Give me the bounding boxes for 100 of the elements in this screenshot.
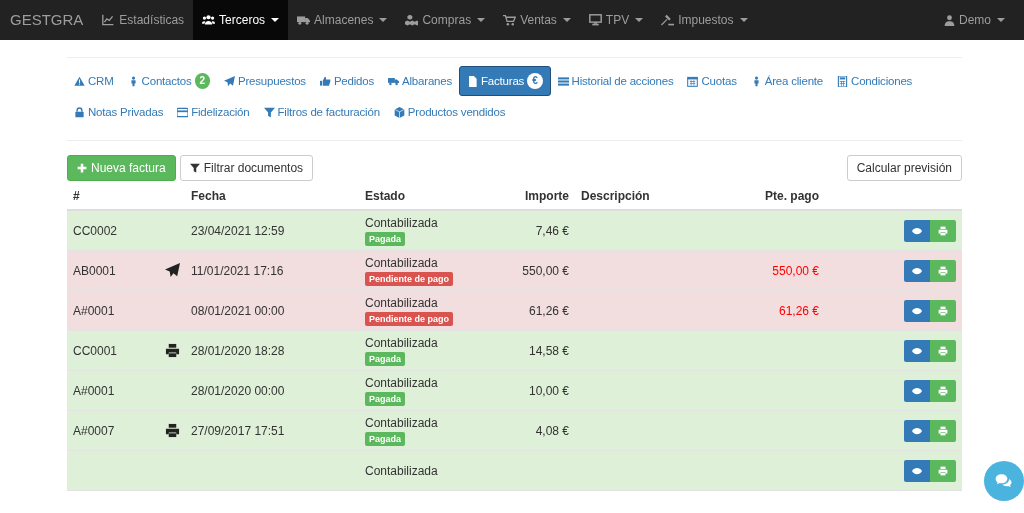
user-icon — [944, 14, 955, 26]
invoice-code: A#0001 — [72, 303, 116, 318]
eye-icon — [912, 225, 922, 236]
tab[interactable]: Presupuestos — [216, 66, 313, 96]
pending-amount: 61,26 € — [777, 303, 819, 318]
state-text: Contabilizada — [365, 375, 438, 390]
status-label: Pagada — [365, 391, 405, 406]
truck-icon — [297, 13, 311, 27]
table-row[interactable]: AB0001 11/01/2021 17:16 Contabilizada Pendiente de pago 550,00 € 550,00 € — [67, 251, 962, 291]
print-button[interactable] — [930, 459, 956, 482]
state-text: Contabilizada — [365, 215, 438, 230]
paper-plane-icon — [223, 75, 235, 87]
status-label: Pagada — [365, 351, 405, 366]
chat-button[interactable] — [984, 461, 1024, 501]
tab[interactable]: Historial de acciones — [550, 66, 681, 96]
invoice-date: 08/01/2021 00:00 — [190, 303, 286, 318]
tab[interactable]: Notas Privadas — [67, 98, 171, 126]
column-header: Importe — [524, 189, 569, 203]
eye-icon — [912, 465, 922, 476]
chart-icon — [102, 13, 116, 27]
cart-icon — [503, 13, 517, 27]
tab[interactable]: Albaranes — [381, 66, 460, 96]
tab[interactable]: Productos vendidos — [386, 98, 513, 126]
cube-icon — [393, 106, 405, 118]
truck-icon — [388, 75, 400, 87]
gavel-icon — [661, 13, 675, 27]
list-icon — [557, 75, 569, 87]
amount: 7,46 € — [534, 223, 569, 238]
tab[interactable]: Área cliente — [743, 66, 831, 96]
printer-icon — [938, 385, 948, 396]
users-icon — [202, 13, 216, 27]
view-button[interactable] — [904, 339, 930, 362]
printer-icon — [938, 425, 948, 436]
column-header: Descripción — [580, 189, 651, 203]
tab[interactable]: Contactos 2 — [120, 66, 217, 96]
state-text: Contabilizada — [365, 335, 438, 350]
view-button[interactable] — [904, 419, 930, 442]
tab[interactable]: Fidelización — [170, 98, 257, 126]
user-menu[interactable]: Demo — [935, 0, 1014, 40]
tab[interactable]: Facturas € — [459, 66, 551, 96]
print-button[interactable] — [930, 339, 956, 362]
count-badge: 2 — [194, 73, 210, 89]
column-header: # — [72, 189, 81, 203]
table-row[interactable]: CC0002 23/04/2021 12:59 Contabilizada Pagada 7,46 € — [67, 211, 962, 251]
tab[interactable]: Filtros de facturación — [256, 98, 387, 126]
tab[interactable]: Cuotas — [680, 66, 744, 96]
invoice-date: 28/01/2020 18:28 — [190, 343, 286, 358]
amount: 61,26 € — [527, 303, 569, 318]
nav-menu-item[interactable]: Estadísticas — [93, 0, 194, 40]
print-button[interactable] — [930, 259, 956, 282]
table-row[interactable]: A#0001 08/01/2021 00:00 Contabilizada Pendiente de pago 61,26 € 61,26 € — [67, 291, 962, 331]
print-button[interactable] — [930, 419, 956, 442]
table-row[interactable]: A#0007 27/09/2017 17:51 Contabilizada Pagada 4,08 € — [67, 411, 962, 451]
thumbs-up-icon — [319, 75, 331, 87]
invoice-code: AB0001 — [72, 263, 117, 278]
forecast-button[interactable]: Calcular previsión — [846, 155, 962, 181]
view-button[interactable] — [904, 379, 930, 402]
print-button[interactable] — [930, 219, 956, 242]
tab[interactable]: CRM — [66, 66, 121, 96]
invoice-code: A#0001 — [72, 383, 116, 398]
state-text: Contabilizada — [365, 255, 438, 270]
invoice-date: 28/01/2020 00:00 — [190, 383, 286, 398]
invoice-code: CC0001 — [72, 343, 119, 358]
view-button[interactable] — [904, 219, 930, 242]
eye-icon — [912, 385, 922, 396]
status-label: Pagada — [365, 431, 405, 446]
invoice-date: 11/01/2021 17:16 — [190, 263, 285, 278]
caret-icon — [997, 18, 1005, 22]
state-text: Contabilizada — [365, 295, 438, 310]
calculator-icon — [837, 75, 849, 87]
nav-menu-item[interactable]: Ventas — [494, 0, 580, 40]
view-button[interactable] — [904, 259, 930, 282]
filter-button[interactable]: Filtrar documentos — [179, 155, 314, 181]
printer-icon — [938, 345, 948, 356]
nav-menu-item[interactable]: Impuestos — [652, 0, 757, 40]
status-label: Pagada — [365, 231, 405, 246]
eye-icon — [912, 305, 922, 316]
table-row[interactable]: Contabilizada — [67, 451, 962, 491]
table-row[interactable]: A#0001 28/01/2020 00:00 Contabilizada Pagada 10,00 € — [67, 371, 962, 411]
invoice-code: CC0002 — [72, 223, 119, 238]
state-text: Contabilizada — [365, 463, 438, 478]
nav-menu-item[interactable]: TPV — [579, 0, 653, 40]
nav-menu-item[interactable]: Terceros — [193, 0, 289, 40]
brand-logo[interactable]: GESTGRA — [0, 0, 94, 40]
column-header: Fecha — [190, 189, 227, 203]
table-row[interactable]: CC0001 28/01/2020 18:28 Contabilizada Pagada 14,58 € — [67, 331, 962, 371]
print-button[interactable] — [930, 299, 956, 322]
tab[interactable]: Pedidos — [312, 66, 382, 96]
amount: 10,00 € — [527, 383, 569, 398]
view-button[interactable] — [904, 299, 930, 322]
column-header: Pte. pago — [764, 189, 819, 203]
print-button[interactable] — [930, 379, 956, 402]
warning-icon — [74, 75, 85, 87]
nav-menu-item[interactable]: Almacenes — [288, 0, 397, 40]
invoice-code: A#0007 — [72, 423, 116, 438]
view-button[interactable] — [904, 459, 930, 482]
monitor-icon — [588, 13, 602, 27]
filter-icon — [263, 106, 275, 118]
tab[interactable]: Condiciones — [830, 66, 920, 96]
nav-menu-item[interactable]: Compras — [396, 0, 495, 40]
